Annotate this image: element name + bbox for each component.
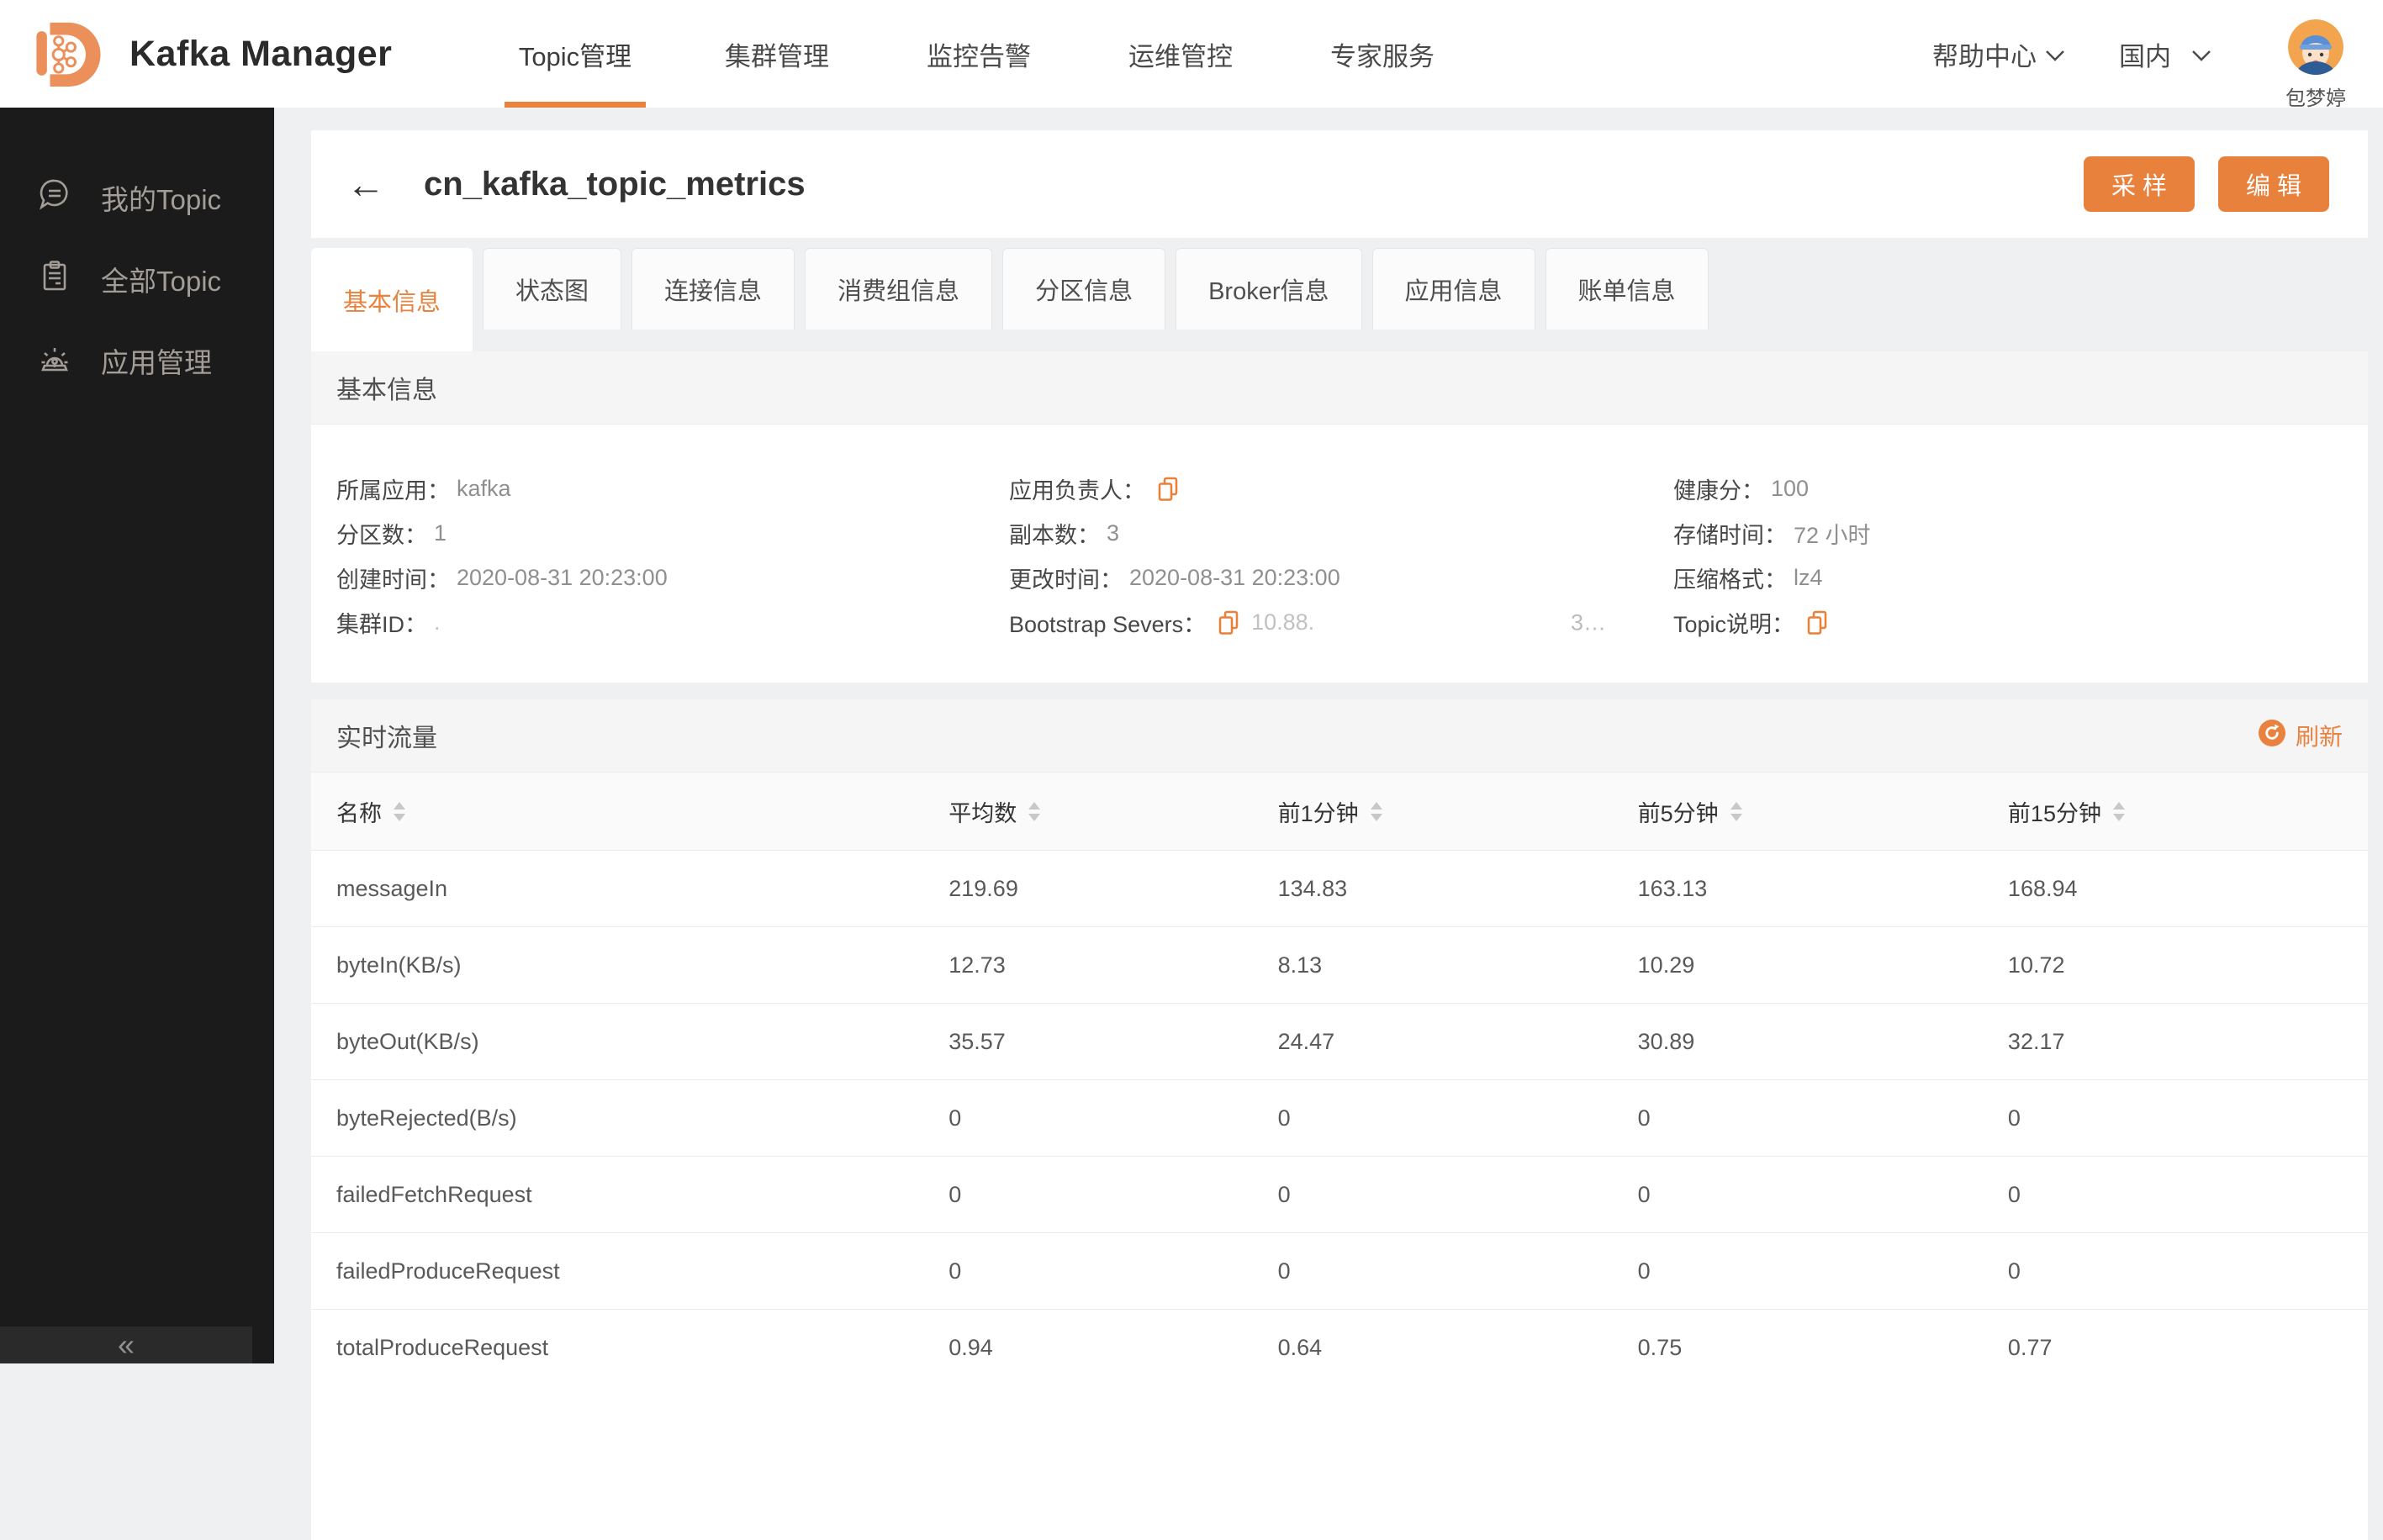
field-health-score: 健康分： 100 xyxy=(1673,476,1810,504)
username: 包梦婷 xyxy=(2285,87,2346,110)
sidebar: 我的Topic 全部Topic 应用管理 « xyxy=(0,108,274,1363)
detail-tabs: 基本信息 状态图 连接信息 消费组信息 分区信息 Broker信息 应用信息 账… xyxy=(311,248,1709,351)
clipboard-icon xyxy=(37,258,72,300)
app-logo-icon xyxy=(30,18,104,91)
sidebar-item-my-topic[interactable]: 我的Topic xyxy=(0,178,274,217)
tab-bill-info[interactable]: 账单信息 xyxy=(1545,248,1709,330)
help-center-menu[interactable]: 帮助中心 xyxy=(1932,35,2065,73)
field-owner-app: 所属应用： kafka xyxy=(336,476,511,504)
bootstrap-servers-tail: 3… xyxy=(1570,609,1606,635)
copy-icon[interactable] xyxy=(1157,477,1179,502)
sort-header-avg[interactable]: 平均数 xyxy=(948,795,1041,828)
table-row: totalProduceRequest 0.94 0.64 0.75 0.77 xyxy=(311,1309,2368,1385)
copy-icon[interactable] xyxy=(1806,610,1828,636)
sample-button[interactable]: 采 样 xyxy=(2084,156,2195,212)
sort-header-last15min[interactable]: 前15分钟 xyxy=(2008,795,2125,828)
sort-caret-icon xyxy=(1730,801,1742,821)
help-center-label: 帮助中心 xyxy=(1932,41,2037,71)
tab-connection-info[interactable]: 连接信息 xyxy=(631,248,795,330)
nav-topic-manage[interactable]: Topic管理 xyxy=(474,0,676,108)
region-label: 国内 xyxy=(2119,41,2171,71)
region-menu[interactable]: 国内 xyxy=(2119,35,2211,73)
siren-icon xyxy=(37,340,72,382)
edit-button[interactable]: 编 辑 xyxy=(2218,156,2329,212)
sort-caret-icon xyxy=(1028,801,1041,821)
tab-status-chart[interactable]: 状态图 xyxy=(483,248,622,330)
table-row: failedProduceRequest 0 0 0 0 xyxy=(311,1232,2368,1310)
page-title: cn_kafka_topic_metrics xyxy=(424,165,806,203)
sort-caret-icon xyxy=(2112,801,2125,821)
sidebar-item-all-topic[interactable]: 全部Topic xyxy=(0,260,274,298)
refresh-icon xyxy=(2258,719,2285,752)
main-content: ← cn_kafka_topic_metrics 采 样 编 辑 基本信息 状态… xyxy=(274,108,2383,1540)
chevron-down-icon xyxy=(2045,39,2065,69)
nav-ops-control[interactable]: 运维管控 xyxy=(1080,0,1281,108)
table-row: byteIn(KB/s) 12.73 8.13 10.29 10.72 xyxy=(311,926,2368,1004)
section-title: 基本信息 xyxy=(336,377,437,404)
field-retention-time: 存储时间： 72 小时 xyxy=(1673,523,1871,548)
app-title: Kafka Manager xyxy=(129,33,393,74)
table-row: messageIn 219.69 134.83 163.13 168.94 xyxy=(311,850,2368,927)
copy-icon[interactable] xyxy=(1218,610,1239,636)
tab-partition-info[interactable]: 分区信息 xyxy=(1002,248,1166,330)
basic-info-grid: 所属应用： kafka 分区数： 1 创建时间： 2020-08-31 20:2… xyxy=(311,425,2368,645)
field-bootstrap-servers: Bootstrap Severs： 10.88. 3… xyxy=(1009,609,1606,637)
sidebar-item-label: 我的Topic xyxy=(101,184,222,215)
sidebar-collapse-button[interactable]: « xyxy=(0,1326,252,1363)
sort-caret-icon xyxy=(394,801,405,821)
realtime-traffic-card: 实时流量 刷新 名称 平均数 前1分钟 前5分钟 前15分钟 messageIn… xyxy=(311,699,2368,1540)
sort-header-last5min[interactable]: 前5分钟 xyxy=(1638,795,1742,828)
sort-caret-icon xyxy=(1370,801,1382,821)
sort-header-name[interactable]: 名称 xyxy=(336,795,405,828)
section-title: 实时流量 xyxy=(336,725,437,752)
nav-monitor-alert[interactable]: 监控告警 xyxy=(878,0,1080,108)
basic-info-section-bar: 基本信息 xyxy=(311,351,2368,425)
traffic-section-bar: 实时流量 刷新 xyxy=(311,699,2368,773)
field-replica-count: 副本数： 3 xyxy=(1009,520,1120,548)
tab-consumer-group-info[interactable]: 消费组信息 xyxy=(805,248,993,330)
field-partition-count: 分区数： 1 xyxy=(336,520,447,548)
tab-app-info[interactable]: 应用信息 xyxy=(1371,248,1535,330)
nav-expert-service[interactable]: 专家服务 xyxy=(1281,0,1483,108)
basic-info-card: 基本信息 所属应用： kafka 分区数： 1 创建时间： 2020-08-31… xyxy=(311,351,2368,683)
table-row: byteRejected(B/s) 0 0 0 0 xyxy=(311,1079,2368,1157)
user-menu[interactable]: 包梦婷 xyxy=(2285,0,2346,111)
topic-title-bar: ← cn_kafka_topic_metrics 采 样 编 辑 xyxy=(311,130,2368,238)
table-row: byteOut(KB/s) 35.57 24.47 30.89 32.17 xyxy=(311,1003,2368,1080)
chevron-down-icon xyxy=(2191,39,2211,69)
table-row: failedFetchRequest 0 0 0 0 xyxy=(311,1156,2368,1233)
tab-basic-info[interactable]: 基本信息 xyxy=(311,248,473,351)
top-bar: Kafka Manager Topic管理 集群管理 监控告警 运维管控 专家服… xyxy=(0,0,2383,111)
field-app-owner: 应用负责人： xyxy=(1009,467,1673,511)
sidebar-item-label: 全部Topic xyxy=(101,266,222,297)
field-cluster-id: 集群ID： . xyxy=(336,609,441,637)
brand: Kafka Manager xyxy=(0,18,412,91)
collapse-icon: « xyxy=(117,1327,135,1362)
refresh-label: 刷新 xyxy=(2295,724,2343,750)
top-nav: Topic管理 集群管理 监控告警 运维管控 专家服务 xyxy=(474,0,1483,108)
traffic-table: 名称 平均数 前1分钟 前5分钟 前15分钟 messageIn 219.69 … xyxy=(311,773,2368,1385)
field-topic-description: Topic说明： xyxy=(1673,600,2368,645)
tab-broker-info[interactable]: Broker信息 xyxy=(1176,248,1362,330)
back-arrow-icon[interactable]: ← xyxy=(346,165,385,203)
field-create-time: 创建时间： 2020-08-31 20:23:00 xyxy=(336,565,668,593)
sidebar-item-label: 应用管理 xyxy=(101,347,212,378)
refresh-button[interactable]: 刷新 xyxy=(2258,719,2343,752)
sort-header-last1min[interactable]: 前1分钟 xyxy=(1278,795,1382,828)
nav-cluster-manage[interactable]: 集群管理 xyxy=(676,0,878,108)
field-compression-format: 压缩格式： lz4 xyxy=(1673,565,1823,593)
chat-bubble-icon xyxy=(37,177,72,219)
top-right-controls: 帮助中心 国内 包梦婷 xyxy=(1932,0,2383,111)
table-header-row: 名称 平均数 前1分钟 前5分钟 前15分钟 xyxy=(311,773,2368,851)
avatar xyxy=(2288,18,2343,75)
field-modify-time: 更改时间： 2020-08-31 20:23:00 xyxy=(1009,565,1340,593)
sidebar-item-app-manage[interactable]: 应用管理 xyxy=(0,341,274,380)
